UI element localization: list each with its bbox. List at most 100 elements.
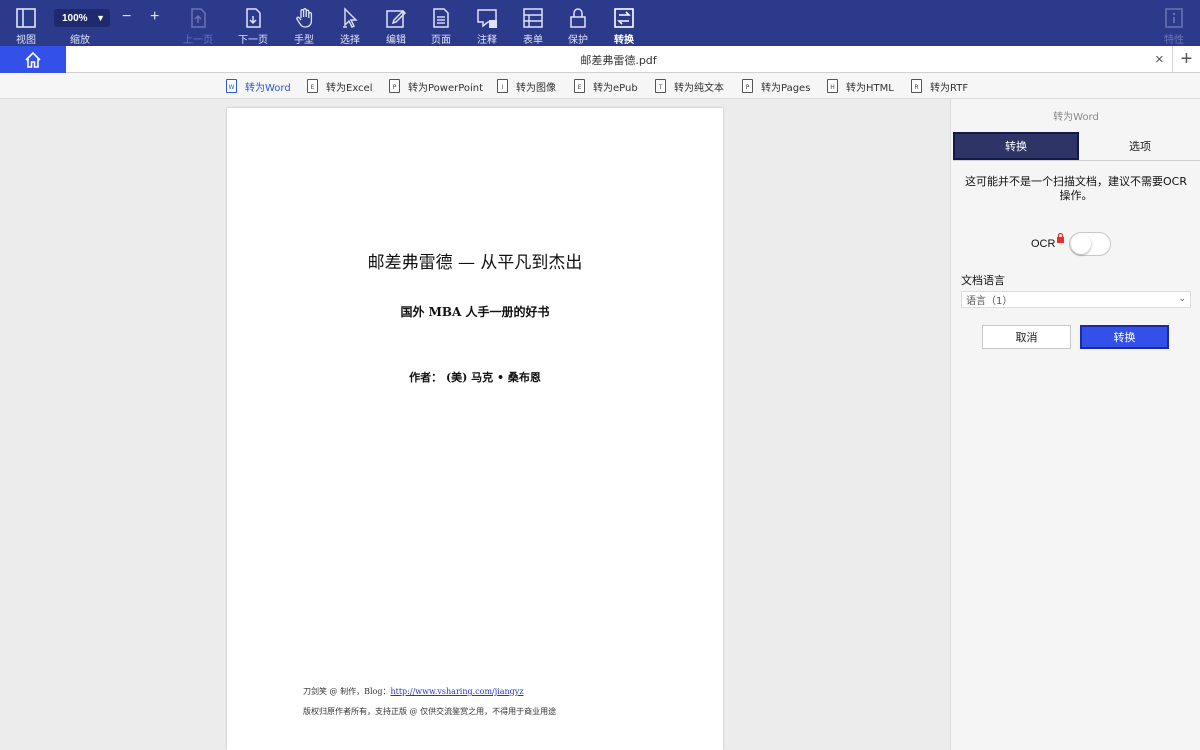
info-icon [1165, 8, 1183, 28]
ocr-note: 这可能并不是一个扫描文档，建议不需要OCR操作。 [965, 175, 1187, 202]
convert-to-powerpoint[interactable]: P 转为PowerPoint [389, 73, 483, 99]
file-tab-title[interactable]: 邮差弗雷德.pdf [66, 46, 1171, 73]
tab-bar: 邮差弗雷德.pdf × + [0, 46, 1200, 73]
view-button[interactable]: 视图 [11, 0, 41, 46]
convert-to-pages[interactable]: P 转为Pages [742, 73, 810, 99]
powerpoint-doc-icon: P [389, 79, 400, 93]
comment-button[interactable]: 注释 [473, 0, 501, 46]
edit-button[interactable]: 编辑 [382, 0, 410, 46]
text-doc-icon: T [655, 79, 666, 93]
hand-icon [296, 8, 313, 28]
document-language-label: 文档语言 [961, 274, 1005, 287]
convert-button[interactable]: 转换 [1080, 325, 1169, 349]
convert-to-pages-label: 转为Pages [761, 82, 811, 94]
cancel-button[interactable]: 取消 [982, 325, 1071, 349]
tab-options[interactable]: 选项 [1079, 132, 1200, 160]
convert-to-html-label: 转为HTML [846, 82, 894, 94]
view-label: 视图 [16, 35, 36, 46]
ocr-toggle[interactable] [1069, 232, 1112, 256]
image-doc-icon: I [497, 79, 508, 93]
comment-label: 注释 [477, 35, 497, 46]
convert-tool-button[interactable]: 转换 [610, 0, 638, 46]
ocr-row: OCR [1031, 232, 1112, 256]
document-footer-line2: 版权归原作者所有，支持正版 @ 仅供交流鉴赏之用，不得用于商业用途 [303, 707, 557, 716]
convert-to-epub-label: 转为ePub [593, 82, 638, 94]
convert-to-word-label: 转为Word [245, 82, 291, 94]
chevron-down-icon: ▼ [96, 13, 105, 23]
ocr-lock-icon [1057, 233, 1065, 243]
edit-icon [386, 9, 407, 28]
convert-to-text[interactable]: T 转为纯文本 [655, 73, 724, 99]
home-icon [25, 51, 41, 68]
page-up-icon [191, 8, 206, 28]
document-author: 作者： (美) 马克 • 桑布恩 [409, 371, 541, 384]
zoom-label: 缩放 [70, 35, 90, 46]
tab-convert[interactable]: 转换 [953, 132, 1079, 160]
pages-doc-icon: P [742, 79, 753, 93]
page-icon [433, 8, 449, 28]
html-doc-icon: H [827, 79, 838, 93]
footer-link[interactable]: http://www.vsharing.com/jiangyz [390, 687, 523, 696]
epub-doc-icon: E [574, 79, 585, 93]
convert-tool-label: 转换 [614, 35, 634, 46]
page-down-icon [246, 8, 261, 28]
convert-to-image-label: 转为图像 [516, 82, 556, 94]
zoom-out-button[interactable]: − [122, 8, 131, 26]
convert-to-html[interactable]: H 转为HTML [827, 73, 894, 99]
close-tab-button[interactable]: × [1155, 51, 1164, 68]
zoom-in-button[interactable]: + [150, 8, 159, 26]
form-button[interactable]: 表单 [519, 0, 547, 46]
hand-tool-label: 手型 [294, 35, 314, 46]
document-footer-line1: 刀剑笑 @ 制作，Blog：http://www.vsharing.com/ji… [303, 686, 524, 697]
select-tool-button[interactable]: 选择 [336, 0, 364, 46]
panel-segmented-control: 转换 选项 [953, 132, 1200, 161]
ocr-label: OCR [1031, 238, 1056, 250]
panel-header: 转为Word [1053, 111, 1099, 123]
form-label: 表单 [523, 35, 543, 46]
language-value: 语言（1） [966, 296, 1013, 307]
new-tab-button[interactable]: + [1172, 46, 1200, 73]
convert-to-word[interactable]: W 转为Word [226, 73, 291, 99]
protect-label: 保护 [568, 35, 588, 46]
document-page: 邮差弗雷德 — 从平凡到杰出 国外 MBA 人手一册的好书 作者： (美) 马克… [227, 108, 723, 750]
convert-to-image[interactable]: I 转为图像 [497, 73, 556, 99]
chevron-down-icon: ⌄ [1178, 294, 1186, 304]
hand-tool-button[interactable]: 手型 [290, 0, 318, 46]
word-doc-icon: W [226, 79, 237, 93]
lock-icon [570, 8, 586, 28]
prev-page-label: 上一页 [183, 35, 213, 46]
edit-label: 编辑 [386, 35, 406, 46]
convert-to-epub[interactable]: E 转为ePub [574, 73, 638, 99]
footer-prefix: 刀剑笑 @ 制作，Blog： [303, 687, 391, 696]
excel-doc-icon: E [307, 79, 318, 93]
protect-button[interactable]: 保护 [564, 0, 592, 46]
properties-label: 特性 [1164, 35, 1184, 46]
convert-to-excel[interactable]: E 转为Excel [307, 73, 373, 99]
convert-icon [614, 8, 634, 28]
convert-panel: 转为Word 转换 选项 这可能并不是一个扫描文档，建议不需要OCR操作。 OC… [950, 99, 1200, 750]
convert-to-rtf-label: 转为RTF [930, 82, 969, 94]
convert-format-bar: W 转为Word E 转为Excel P 转为PowerPoint I 转为图像… [0, 73, 1200, 99]
form-icon [523, 8, 543, 28]
zoom-select[interactable]: 100% ▼ [54, 9, 110, 27]
properties-button[interactable]: 特性 [1160, 0, 1188, 46]
home-tab[interactable] [0, 46, 66, 73]
next-page-button[interactable]: 下一页 [236, 0, 270, 46]
toggle-knob [1071, 234, 1092, 254]
page-label: 页面 [431, 35, 451, 46]
select-tool-label: 选择 [340, 35, 360, 46]
document-language-select[interactable]: 语言（1） ⌄ [961, 291, 1191, 308]
document-title: 邮差弗雷德 — 从平凡到杰出 [367, 253, 583, 273]
comment-icon [477, 9, 497, 28]
page-button[interactable]: 页面 [427, 0, 455, 46]
prev-page-button[interactable]: 上一页 [181, 0, 215, 46]
sidebar-view-icon [16, 8, 36, 28]
convert-to-rtf[interactable]: R 转为RTF [911, 73, 968, 99]
convert-to-powerpoint-label: 转为PowerPoint [408, 82, 484, 94]
main-toolbar: 视图 100% ▼ 缩放 − + 上一页 下一页 手型 选择 编辑 页面 注释 … [0, 0, 1200, 46]
cursor-icon [343, 7, 358, 28]
convert-to-excel-label: 转为Excel [326, 82, 373, 94]
next-page-label: 下一页 [238, 35, 268, 46]
rtf-doc-icon: R [911, 79, 922, 93]
document-subtitle: 国外 MBA 人手一册的好书 [400, 305, 550, 319]
